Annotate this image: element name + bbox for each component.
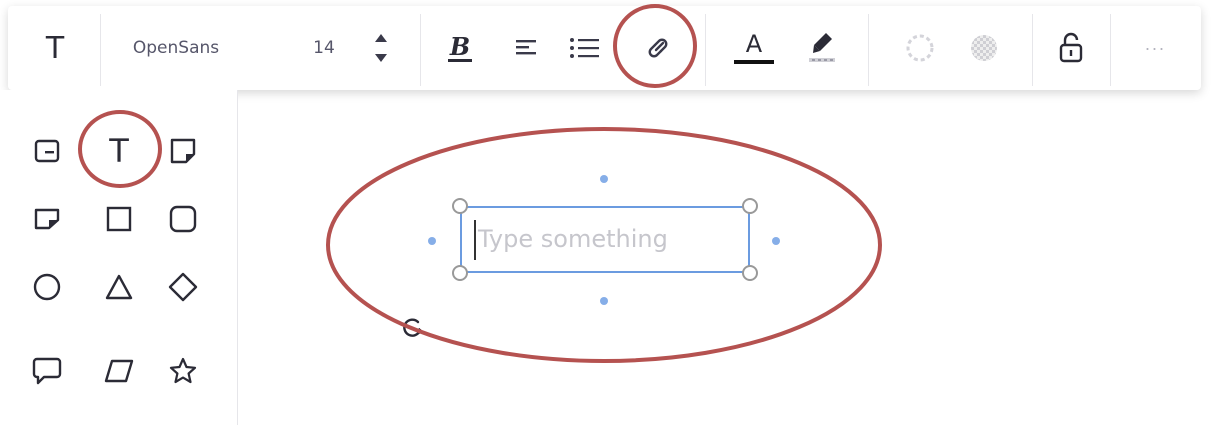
- speech-bubble-icon: [32, 357, 62, 385]
- bullet-list-button[interactable]: [564, 6, 604, 90]
- fill-color-button[interactable]: [962, 6, 1006, 90]
- more-options-button[interactable]: ···: [1130, 6, 1180, 90]
- insert-link-button[interactable]: [636, 6, 680, 90]
- font-family-value: OpenSans: [132, 38, 220, 58]
- card-icon: [34, 139, 60, 163]
- toolbar-divider: [1110, 14, 1111, 86]
- highlight-color-button[interactable]: [804, 6, 840, 90]
- diamond-icon: [168, 272, 198, 302]
- star-icon: [169, 357, 197, 384]
- sticky-note-alt-button[interactable]: [24, 196, 70, 242]
- bullet-list-icon: [570, 38, 599, 58]
- bold-icon: B: [447, 31, 473, 62]
- diamond-shape-button[interactable]: [160, 264, 206, 310]
- unlock-icon: [1059, 32, 1083, 63]
- toolbar-divider: [100, 14, 101, 86]
- highlighter-icon: [809, 33, 835, 62]
- circle-shape-button[interactable]: [24, 264, 70, 310]
- font-family-select[interactable]: OpenSans: [116, 6, 236, 90]
- stepper-arrows-icon: [375, 34, 387, 62]
- more-icon: ···: [1144, 37, 1166, 58]
- star-shape-button[interactable]: [160, 348, 206, 394]
- link-icon: [648, 38, 668, 58]
- square-icon: [106, 206, 132, 232]
- parallelogram-icon: [104, 359, 134, 383]
- sticky-note-icon: [170, 138, 196, 164]
- border-style-icon: [906, 34, 934, 62]
- lock-button[interactable]: [1048, 6, 1094, 90]
- rounded-square-button[interactable]: [160, 196, 206, 242]
- triangle-shape-button[interactable]: [96, 264, 142, 310]
- rounded-square-icon: [169, 205, 197, 233]
- font-size-field[interactable]: 14: [304, 6, 344, 90]
- font-size-value: 14: [313, 38, 335, 58]
- text-format-toolbar: T OpenSans 14 B A ···: [8, 6, 1201, 90]
- speech-bubble-button[interactable]: [24, 348, 70, 394]
- triangle-icon: [105, 274, 133, 300]
- toolbar-divider: [1032, 14, 1033, 86]
- toolbar-divider: [420, 14, 421, 86]
- toolbar-divider: [705, 14, 706, 86]
- text-tool-icon: T: [45, 30, 65, 66]
- textbox-highlight-annotation: [326, 127, 882, 363]
- text-icon: T: [109, 132, 129, 170]
- whiteboard-editor: T OpenSans 14 B A ··· T Type something: [0, 0, 1214, 425]
- card-shape-button[interactable]: [24, 128, 70, 174]
- text-color-swatch: [734, 60, 774, 64]
- font-size-stepper[interactable]: [366, 6, 396, 90]
- align-left-icon: [516, 40, 536, 55]
- text-tool-button[interactable]: T: [30, 6, 80, 90]
- sticky-note-button[interactable]: [160, 128, 206, 174]
- text-color-button[interactable]: A: [730, 6, 778, 90]
- circle-icon: [33, 273, 61, 301]
- toolbar-divider: [868, 14, 869, 86]
- sticky-note-alt-icon: [34, 208, 60, 230]
- align-left-button[interactable]: [508, 6, 544, 90]
- fill-transparent-icon: [971, 35, 997, 61]
- bold-button[interactable]: B: [442, 6, 478, 90]
- parallelogram-shape-button[interactable]: [96, 348, 142, 394]
- square-shape-button[interactable]: [96, 196, 142, 242]
- text-color-icon: A: [745, 30, 763, 58]
- text-shape-button[interactable]: T: [96, 128, 142, 174]
- border-color-button[interactable]: [898, 6, 942, 90]
